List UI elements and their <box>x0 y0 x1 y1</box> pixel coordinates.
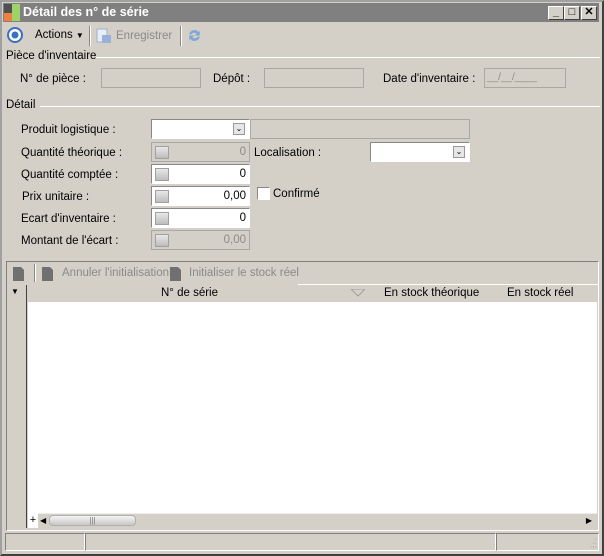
close-button[interactable]: ✕ <box>581 6 597 20</box>
target-icon[interactable] <box>7 27 23 43</box>
prix-label: Prix unitaire : <box>22 191 90 203</box>
section-divider <box>40 106 600 107</box>
calculator-icon <box>155 234 169 247</box>
scroll-left-icon[interactable]: ◀ <box>40 514 48 527</box>
document-icon <box>42 267 53 281</box>
status-panel <box>5 533 85 551</box>
status-panel <box>85 533 496 551</box>
document-icon[interactable] <box>13 265 25 281</box>
minimize-button[interactable]: _ <box>548 6 564 20</box>
montant-field: 0,00 <box>151 230 250 250</box>
add-row-icon[interactable]: + <box>28 513 38 528</box>
dropdown-arrow-icon: ▼ <box>75 31 84 40</box>
piece-number-field[interactable] <box>101 68 201 88</box>
ecart-field[interactable]: 0 <box>151 208 250 228</box>
ecart-value: 0 <box>239 212 246 224</box>
qte-comptee-value: 0 <box>239 168 246 180</box>
calculator-icon <box>155 146 169 159</box>
window-title: Détail des n° de série <box>23 5 149 19</box>
column-header-theoretical-stock[interactable]: En stock théorique <box>384 287 479 299</box>
document-icon <box>170 267 181 281</box>
toolbar-separator <box>89 26 91 46</box>
column-header-real-stock[interactable]: En stock réel <box>507 287 573 299</box>
section-piece-title: Pièce d'inventaire <box>6 50 97 62</box>
piece-number-label: N° de pièce : <box>20 73 86 85</box>
date-label: Date d'inventaire : <box>383 73 476 85</box>
prix-field[interactable]: 0,00 <box>151 186 250 206</box>
prix-value: 0,00 <box>223 190 246 202</box>
save-icon <box>96 28 111 43</box>
calculator-icon[interactable] <box>155 190 169 203</box>
localisation-label: Localisation : <box>254 147 322 159</box>
depot-field[interactable] <box>264 68 364 88</box>
produit-description-field <box>250 119 470 139</box>
resize-grip-icon[interactable]: · ·· ··· <box>585 536 597 551</box>
scrollbar-thumb[interactable]: ||| <box>49 515 136 526</box>
date-field[interactable]: __/__/____ <box>484 68 566 88</box>
save-button[interactable]: Enregistrer <box>116 30 172 42</box>
montant-value: 0,00 <box>223 234 246 246</box>
depot-label: Dépôt : <box>213 73 251 85</box>
actions-label: Actions <box>35 29 73 41</box>
app-logo-icon <box>4 4 20 21</box>
confirme-checkbox[interactable] <box>257 187 270 200</box>
maximize-button[interactable]: □ <box>564 6 580 20</box>
column-header-serial[interactable]: N° de série <box>161 287 218 299</box>
qte-theo-label: Quantité théorique : <box>21 147 123 159</box>
montant-label: Montant de l'écart : <box>21 235 119 247</box>
calculator-icon[interactable] <box>155 168 169 181</box>
calculator-icon[interactable] <box>155 212 169 225</box>
qte-comptee-field[interactable]: 0 <box>151 164 250 184</box>
toolbar-separator <box>34 264 36 282</box>
refresh-icon[interactable] <box>186 27 203 44</box>
produit-combo[interactable]: ⌄ <box>151 119 250 139</box>
grid-body[interactable] <box>28 302 597 513</box>
init-stock-button[interactable]: Initialiser le stock réel <box>189 267 299 279</box>
toolbar-separator <box>180 26 182 46</box>
column-chooser-icon[interactable]: ▼ <box>11 287 19 296</box>
section-divider <box>96 57 600 58</box>
status-panel <box>496 533 599 551</box>
actions-menu[interactable]: Actions ▼ <box>35 29 84 41</box>
qte-theo-field: 0 <box>151 142 250 162</box>
qte-theo-value: 0 <box>239 146 246 158</box>
produit-label: Produit logistique : <box>21 124 116 136</box>
localisation-combo[interactable]: ⌄ <box>370 142 470 162</box>
qte-comptee-label: Quantité comptée : <box>21 169 119 181</box>
chevron-down-icon: ⌄ <box>233 123 245 135</box>
scroll-right-icon[interactable]: ▶ <box>583 514 595 527</box>
section-detail-title: Détail <box>6 99 36 111</box>
cancel-init-button[interactable]: Annuler l'initialisation <box>62 267 169 279</box>
chevron-down-icon: ⌄ <box>453 146 465 158</box>
sort-arrow-icon[interactable] <box>351 289 365 297</box>
ecart-label: Ecart d'inventaire : <box>21 213 116 225</box>
title-bar: Détail des n° de série <box>3 3 599 22</box>
row-selector-column <box>8 285 27 528</box>
confirme-label: Confirmé <box>273 188 320 200</box>
